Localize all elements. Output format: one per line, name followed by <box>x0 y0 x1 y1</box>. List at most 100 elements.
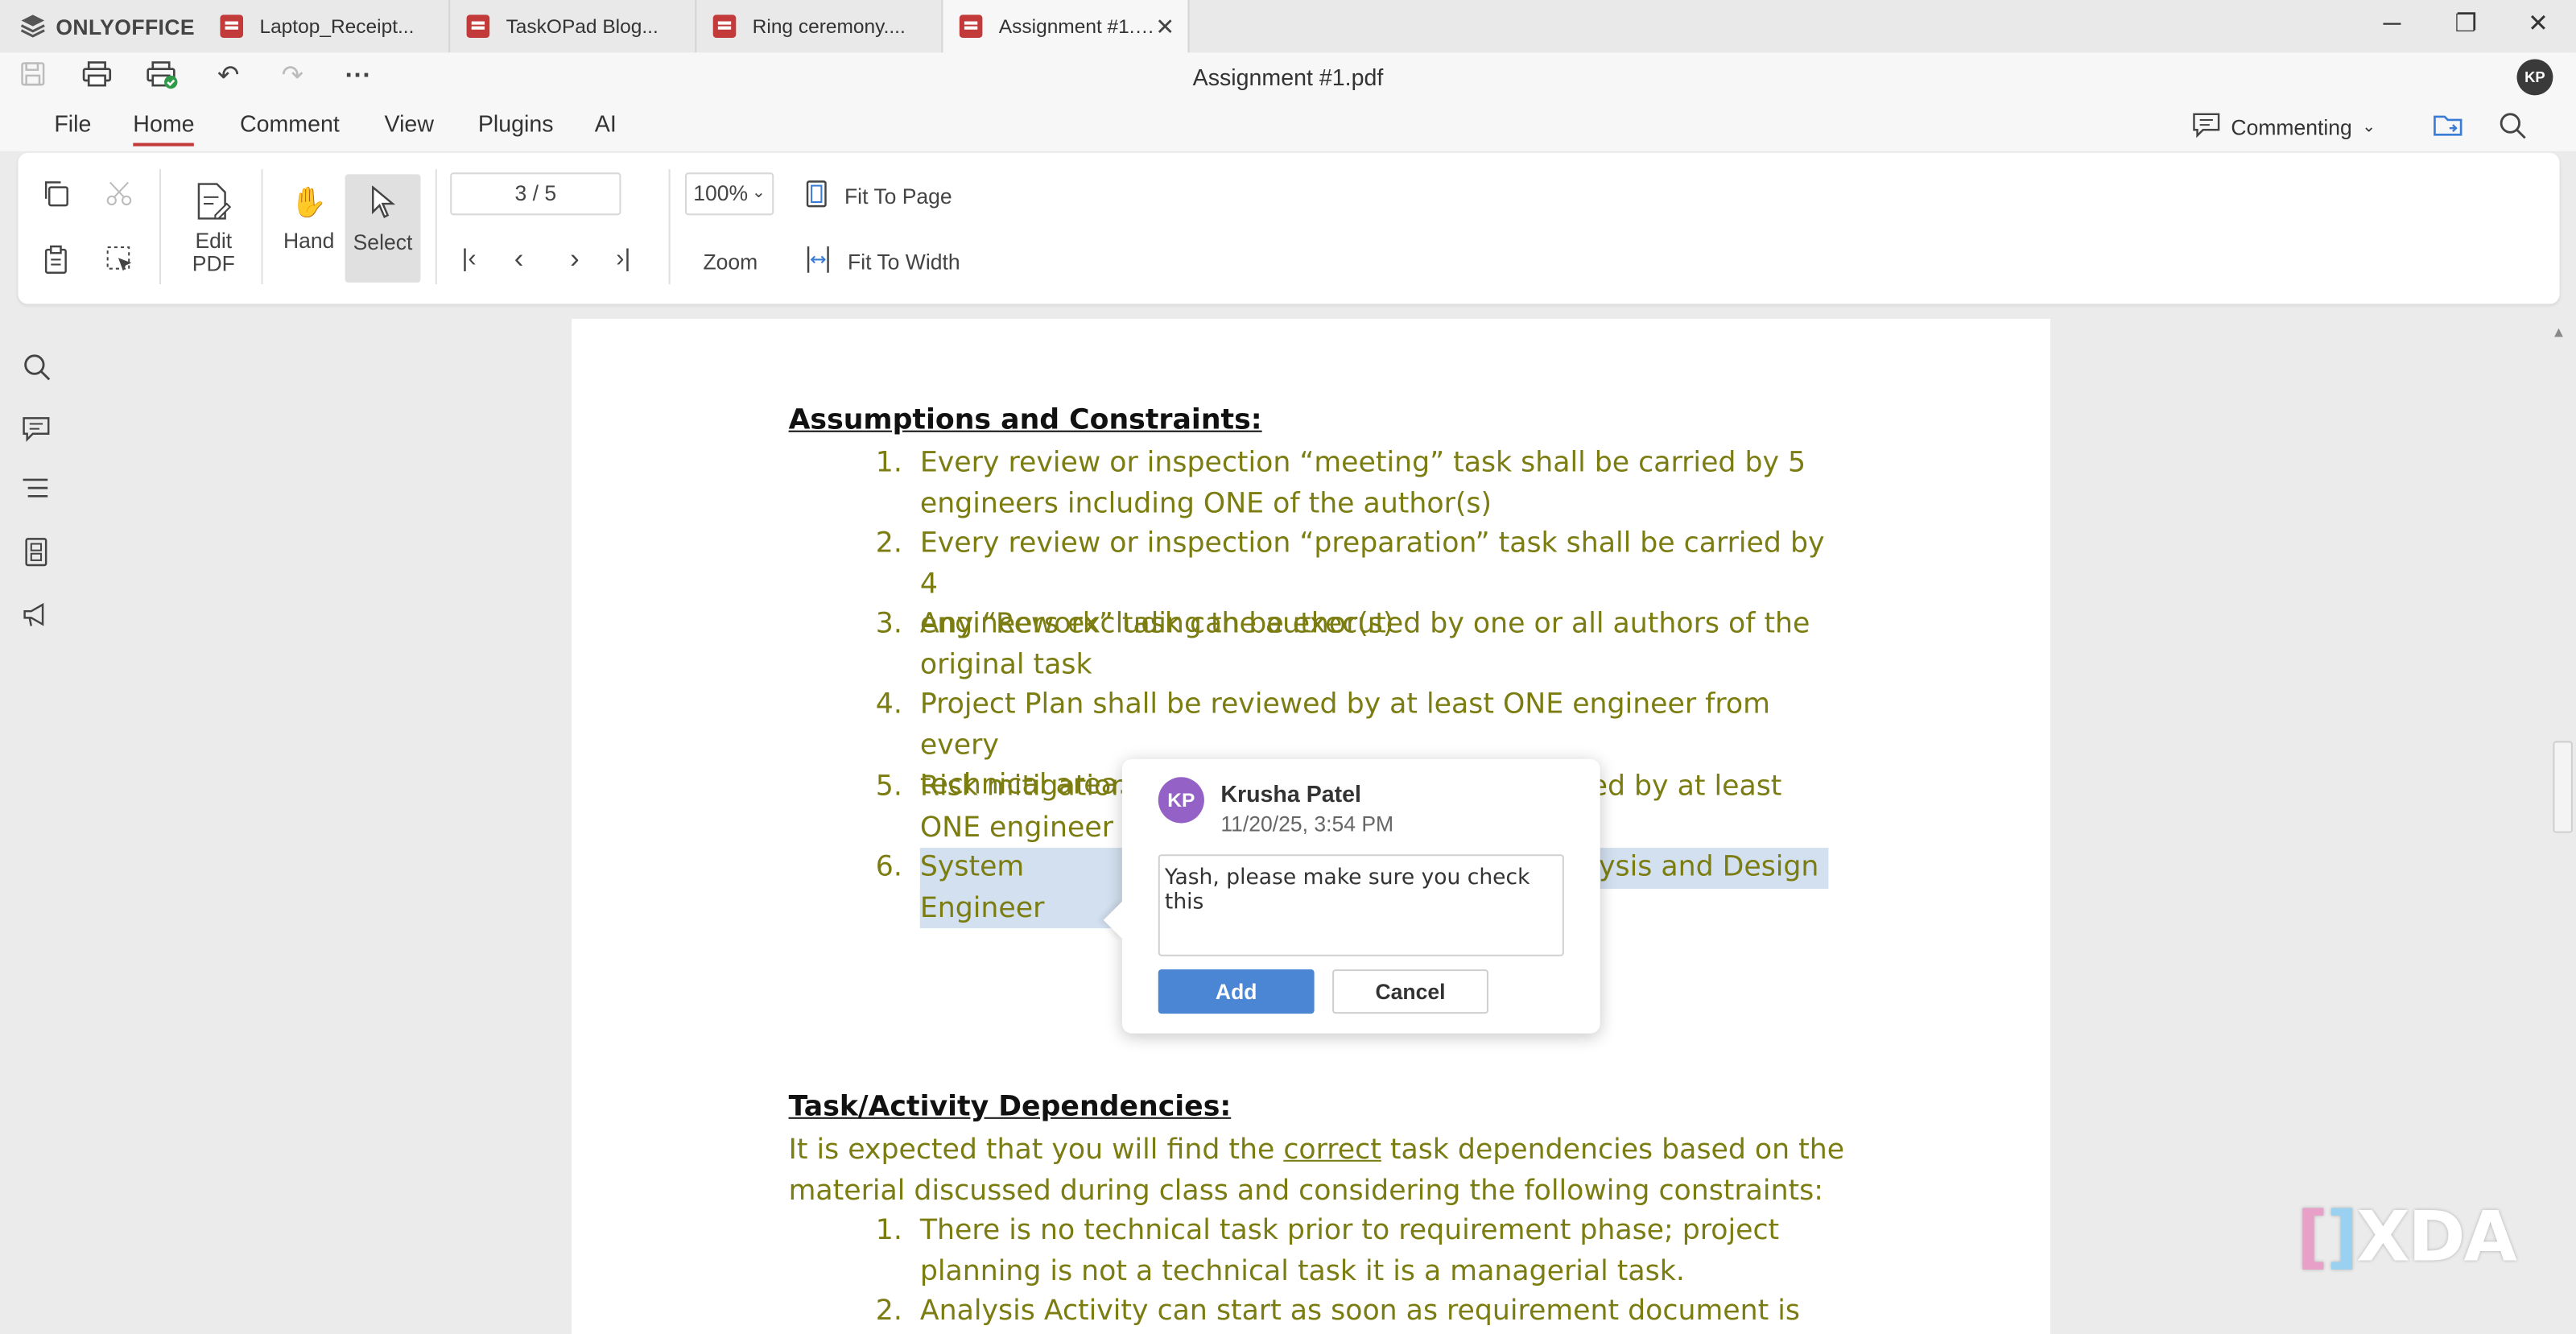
next-page-icon[interactable]: › <box>570 243 580 276</box>
fit-to-page-label: Fit To Page <box>844 184 952 209</box>
tab-ai[interactable]: AI <box>595 110 617 137</box>
comment-timestamp: 11/20/25, 3:54 PM <box>1220 812 1394 836</box>
list-number: 5. <box>875 770 902 803</box>
tab-view[interactable]: View <box>385 110 434 137</box>
list-text: Every review or inspection “meeting” tas… <box>919 447 1806 480</box>
sidebar-thumbnails-icon[interactable] <box>19 537 52 575</box>
zoom-value: 100% <box>693 180 749 206</box>
tab-label: Assignment #1.pdf <box>998 14 1155 38</box>
open-file-location-icon[interactable] <box>2433 112 2462 147</box>
sidebar-headings-icon[interactable] <box>19 477 52 511</box>
hand-icon: ✋ <box>290 185 328 219</box>
app-window: ONLYOFFICE Laptop_Receipt... TaskOPad Bl… <box>0 0 2576 1334</box>
ribbon-separator <box>668 169 671 285</box>
comment-mode-icon <box>2191 112 2221 143</box>
chevron-down-icon: ⌄ <box>751 184 766 203</box>
first-page-icon[interactable]: |‹ <box>461 245 476 273</box>
list-number: 6. <box>875 851 902 884</box>
restore-icon[interactable]: ❐ <box>2445 6 2487 43</box>
list-text: Project Plan shall be reviewed by at lea… <box>919 688 1770 762</box>
tab-plugins[interactable]: Plugins <box>478 110 554 137</box>
cancel-button[interactable]: Cancel <box>1332 969 1488 1014</box>
ribbon-toolbar: Edit PDF ✋ Hand Select 3 / 5 |‹ ‹ › ›| 1… <box>18 152 2560 304</box>
tab-ring-ceremony[interactable]: Ring ceremony.... <box>696 0 943 53</box>
select-all-icon[interactable] <box>105 245 135 279</box>
user-avatar[interactable]: KP <box>2516 59 2553 96</box>
fit-page-icon <box>805 179 828 213</box>
comment-textarea[interactable]: Yash, please make sure you check this <box>1158 854 1564 956</box>
menu-bar: File Home Comment View Plugins AI Commen… <box>0 101 2576 151</box>
xda-watermark: []XDA <box>2297 1196 2517 1277</box>
hand-label: Hand <box>283 228 335 254</box>
scroll-up-icon[interactable]: ▲ <box>2551 324 2566 340</box>
app-logo[interactable]: ONLYOFFICE <box>19 0 195 52</box>
avatar: KP <box>1158 777 1204 824</box>
sidebar-comments-icon[interactable] <box>19 415 52 450</box>
pdf-file-icon <box>959 14 983 38</box>
tab-home[interactable]: Home <box>133 110 195 147</box>
list-text: Every review or inspection “preparation”… <box>919 527 1825 601</box>
paragraph: It is expected that you will find the co… <box>789 1130 1857 1211</box>
close-tab-icon[interactable]: ✕ <box>1155 13 1174 41</box>
list-number: 3. <box>875 608 902 641</box>
tab-bar: ONLYOFFICE Laptop_Receipt... TaskOPad Bl… <box>0 0 2576 53</box>
tab-laptop-receipt[interactable]: Laptop_Receipt... <box>204 0 451 53</box>
paragraph-text: task dependencies based on the <box>1381 1134 1845 1167</box>
watermark-text: XDA <box>2356 1196 2516 1277</box>
copy-icon[interactable] <box>41 179 71 213</box>
search-icon[interactable] <box>2499 112 2527 148</box>
list-number: 2. <box>875 1295 902 1328</box>
list-number: 4. <box>875 688 902 721</box>
fit-to-width-button[interactable]: Fit To Width <box>805 245 960 279</box>
section-heading: Task/Activity Dependencies: <box>788 1091 1232 1124</box>
list-number: 2. <box>875 527 902 560</box>
tab-label: Ring ceremony.... <box>752 14 906 38</box>
vertical-scrollbar-thumb[interactable] <box>2553 741 2573 833</box>
cut-icon[interactable] <box>105 179 135 213</box>
list-text: There is no technical task prior to requ… <box>919 1214 1780 1247</box>
list-text: Any “Rework” task can be executed by one… <box>919 608 1810 641</box>
edit-pdf-button[interactable]: Edit PDF <box>186 183 242 276</box>
highlighted-text[interactable]: alysis and Design <box>1574 848 1829 889</box>
pdf-file-icon <box>712 14 737 38</box>
tab-label: Laptop_Receipt... <box>259 14 415 38</box>
list-text: Analysis Activity can start as soon as r… <box>919 1295 1800 1328</box>
list-text: planning is not a technical task it is a… <box>919 1254 1685 1287</box>
tab-assignment[interactable]: Assignment #1.pdf ✕ <box>943 0 1190 53</box>
tab-file[interactable]: File <box>54 110 91 137</box>
tab-comment[interactable]: Comment <box>240 110 340 137</box>
page-number-input[interactable]: 3 / 5 <box>450 172 621 216</box>
close-window-icon[interactable]: ✕ <box>2517 6 2560 43</box>
list-number: 1. <box>875 447 902 480</box>
underlined-text: correct <box>1283 1134 1381 1167</box>
edit-pdf-icon <box>186 183 242 227</box>
sidebar-search-icon[interactable] <box>19 353 52 390</box>
sidebar-feedback-icon[interactable] <box>19 601 52 636</box>
tab-label: TaskOPad Blog... <box>506 14 658 38</box>
paste-icon[interactable] <box>41 245 71 279</box>
minimize-icon[interactable]: ─ <box>2371 6 2413 43</box>
ribbon-separator <box>159 169 161 285</box>
app-brand: ONLYOFFICE <box>56 14 196 39</box>
list-number: 1. <box>875 1214 902 1247</box>
fit-to-page-button[interactable]: Fit To Page <box>805 179 952 213</box>
list-text: original task <box>919 648 1092 681</box>
list-text: Risk mitigation <box>919 770 1129 803</box>
fit-to-width-label: Fit To Width <box>848 250 960 275</box>
hand-tool-button[interactable]: ✋ Hand <box>278 186 341 254</box>
highlighted-text[interactable]: System Engineer <box>919 848 1125 929</box>
pdf-file-icon <box>466 14 490 38</box>
chevron-down-icon: ⌄ <box>2362 118 2376 137</box>
zoom-select[interactable]: 100% ⌄ <box>685 172 774 216</box>
tab-taskopad-blog[interactable]: TaskOPad Blog... <box>450 0 697 53</box>
add-comment-button[interactable]: Add <box>1158 969 1315 1014</box>
select-tool[interactable]: Select <box>345 185 421 254</box>
document-title: Assignment #1.pdf <box>1192 64 1384 91</box>
list-text: ved by at least <box>1574 770 1782 803</box>
paragraph-text: material discussed during class and cons… <box>788 1174 1823 1207</box>
mode-dropdown[interactable]: Commenting ⌄ <box>2191 112 2376 143</box>
last-page-icon[interactable]: ›| <box>616 245 630 273</box>
previous-page-icon[interactable]: ‹ <box>514 243 524 276</box>
ribbon-separator <box>261 169 263 285</box>
add-comment-popup: KP Krusha Patel 11/20/25, 3:54 PM Yash, … <box>1103 758 1600 1034</box>
